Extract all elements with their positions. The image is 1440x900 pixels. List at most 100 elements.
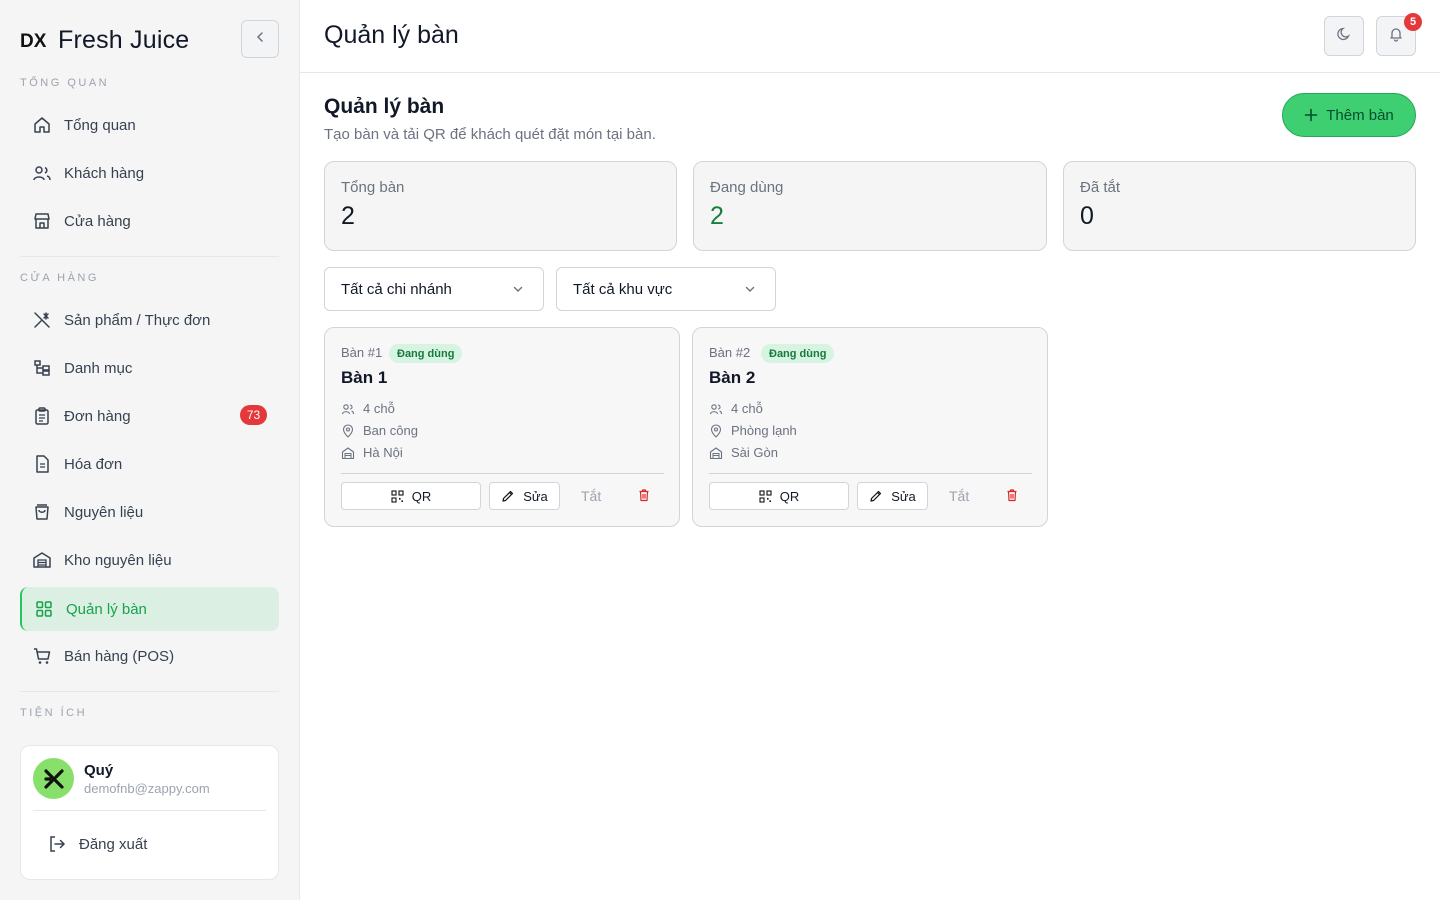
brand-name: Fresh Juice — [58, 25, 190, 54]
table-card: Bàn #2 Đang dùng Bàn 2 4 chỗ Phòng lạnh … — [692, 327, 1048, 527]
table-branch-text: Sài Gòn — [731, 445, 778, 460]
chevron-left-icon — [253, 30, 267, 49]
sidebar-item-invoices[interactable]: Hóa đơn — [20, 442, 279, 486]
table-name: Bàn 2 — [709, 368, 756, 387]
stat-label: Đang dùng — [710, 179, 784, 196]
grid-icon — [34, 599, 54, 619]
sidebar-item-label: Tổng quan — [64, 116, 136, 134]
category-tree-icon — [32, 358, 52, 378]
add-table-button[interactable]: Thêm bàn — [1282, 93, 1416, 137]
card-divider — [709, 473, 1032, 474]
plus-icon — [1304, 108, 1318, 122]
sidebar-item-orders[interactable]: Đơn hàng 73 — [20, 394, 279, 438]
table-branch: Hà Nội — [341, 445, 403, 460]
status-badge: Đang dùng — [389, 344, 463, 363]
sidebar-item-label: Quản lý bàn — [66, 600, 147, 618]
map-pin-icon — [341, 423, 355, 438]
edit-button[interactable]: Sửa — [489, 482, 560, 510]
logout-label: Đăng xuất — [79, 835, 148, 853]
chevron-down-icon — [743, 282, 757, 296]
notifications-button[interactable]: 5 — [1376, 13, 1422, 56]
avatar[interactable] — [33, 758, 74, 799]
chevron-down-icon — [511, 282, 525, 296]
section-heading: Quản lý bàn — [324, 95, 445, 118]
sidebar-item-overview[interactable]: Tổng quan — [20, 103, 279, 147]
sidebar-item-label: Bán hàng (POS) — [64, 647, 175, 665]
top-bar: Quản lý bàn 5 — [300, 0, 1440, 73]
edit-button-label: Sửa — [891, 488, 916, 504]
add-table-label: Thêm bàn — [1326, 106, 1394, 124]
sidebar-item-customers[interactable]: Khách hàng — [20, 151, 279, 195]
sidebar-item-label: Đơn hàng — [64, 407, 131, 425]
table-seats: 4 chỗ — [709, 401, 763, 416]
stat-card-disabled: Đã tắt 0 — [1063, 161, 1416, 251]
stat-value: 2 — [341, 202, 355, 230]
pencil-icon — [501, 489, 515, 503]
brand[interactable]: DX Fresh Juice — [20, 22, 189, 58]
store-icon — [32, 211, 52, 231]
table-seats-text: 4 chỗ — [363, 401, 395, 416]
sidebar-item-label: Cửa hàng — [64, 212, 131, 230]
qr-button[interactable]: QR — [341, 482, 481, 510]
sidebar: DX Fresh Juice TỔNG QUAN Tổng quan Khách… — [0, 0, 300, 900]
sidebar-divider — [20, 256, 279, 257]
users-icon — [709, 402, 723, 416]
disable-button[interactable]: Tắt — [949, 488, 969, 504]
sidebar-item-label: Kho nguyên liệu — [64, 551, 172, 569]
table-area: Ban công — [341, 423, 418, 438]
sidebar-item-products[interactable]: Sản phẩm / Thực đơn — [20, 298, 279, 342]
sidebar-item-label: Nguyên liệu — [64, 503, 144, 521]
sidebar-item-warehouse[interactable]: Kho nguyên liệu — [20, 538, 279, 582]
table-card: Bàn #1 Đang dùng Bàn 1 4 chỗ Ban công Hà… — [324, 327, 680, 527]
page-title: Quản lý bàn — [324, 21, 459, 49]
trash-icon[interactable] — [1005, 488, 1019, 502]
sidebar-item-label: Sản phẩm / Thực đơn — [64, 311, 211, 329]
disable-button[interactable]: Tắt — [581, 488, 601, 504]
branch-filter-select[interactable]: Tất cả chi nhánh — [324, 267, 544, 311]
branch-filter-value: Tất cả chi nhánh — [341, 280, 452, 298]
sidebar-item-label: Khách hàng — [64, 164, 145, 182]
section-label-overview: TỔNG QUAN — [20, 77, 110, 89]
logout-button[interactable]: Đăng xuất — [47, 834, 147, 854]
qr-code-icon — [759, 489, 772, 503]
notification-count-badge: 5 — [1404, 13, 1422, 31]
trash-icon[interactable] — [637, 488, 651, 502]
user-name: Quý — [84, 762, 114, 779]
clipboard-icon — [32, 406, 52, 426]
area-filter-select[interactable]: Tất cả khu vực — [556, 267, 776, 311]
users-icon — [341, 402, 355, 416]
stat-label: Đã tắt — [1080, 179, 1121, 196]
user-card-divider — [33, 810, 266, 811]
sidebar-divider — [20, 691, 279, 692]
qr-button-label: QR — [411, 488, 432, 504]
sidebar-item-stores[interactable]: Cửa hàng — [20, 199, 279, 243]
user-card: Quý demofnb@zappy.com Đăng xuất — [20, 745, 279, 880]
orders-count-badge: 73 — [240, 405, 267, 425]
sidebar-item-ingredients[interactable]: Nguyên liệu — [20, 490, 279, 534]
edit-button[interactable]: Sửa — [857, 482, 928, 510]
status-badge: Đang dùng — [761, 344, 835, 363]
sidebar-item-pos[interactable]: Bán hàng (POS) — [20, 634, 279, 678]
sidebar-item-table-management[interactable]: Quản lý bàn — [20, 587, 279, 631]
theme-toggle-button[interactable] — [1324, 16, 1364, 56]
stat-card-total: Tổng bàn 2 — [324, 161, 677, 251]
card-divider — [341, 473, 664, 474]
moon-icon — [1336, 26, 1352, 47]
bag-icon — [32, 502, 52, 522]
table-name: Bàn 1 — [341, 368, 388, 387]
stat-label: Tổng bàn — [341, 179, 405, 196]
svg-text:DX: DX — [20, 31, 46, 50]
edit-button-label: Sửa — [523, 488, 548, 504]
table-branch: Sài Gòn — [709, 445, 778, 460]
building-icon — [709, 446, 723, 460]
qr-button[interactable]: QR — [709, 482, 849, 510]
user-email: demofnb@zappy.com — [84, 781, 210, 796]
stat-value: 2 — [710, 202, 724, 230]
sidebar-item-categories[interactable]: Danh mục — [20, 346, 279, 390]
collapse-sidebar-button[interactable] — [241, 20, 279, 58]
dx-logo-icon: DX — [20, 27, 46, 53]
logout-icon — [47, 834, 67, 854]
table-number: Bàn #2 — [709, 345, 751, 360]
section-label-utilities: TIỆN ÍCH — [20, 707, 88, 719]
building-icon — [341, 446, 355, 460]
